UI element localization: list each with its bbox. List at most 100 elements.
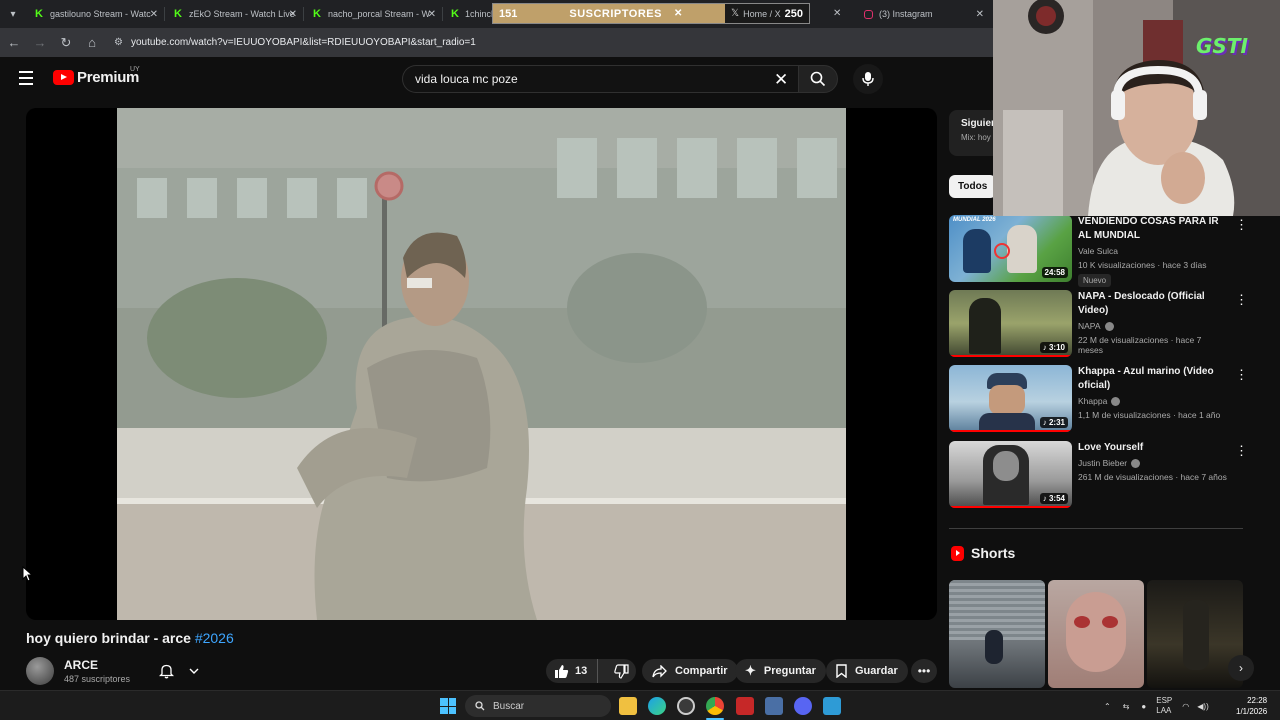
- app-icon[interactable]: [765, 697, 783, 715]
- app-icon[interactable]: [736, 697, 754, 715]
- recommendation-channel: Khappa: [1078, 396, 1228, 406]
- stream-logo: GSTI: [1196, 34, 1248, 58]
- streamer-webcam: GSTI: [993, 0, 1280, 216]
- taskbar-search[interactable]: Buscar: [465, 695, 611, 717]
- back-icon[interactable]: ←: [2, 31, 26, 55]
- close-tab-icon[interactable]: ✕: [833, 8, 841, 19]
- short-thumbnail[interactable]: [1048, 580, 1144, 688]
- like-count: 13: [575, 665, 588, 677]
- search-icon: [475, 701, 485, 711]
- channel-avatar[interactable]: [26, 657, 54, 685]
- menu-icon[interactable]: [19, 71, 33, 85]
- system-tray: ⌃ ⇆ ● ESP LAA ◠ ◀)): [1104, 691, 1209, 720]
- reload-icon[interactable]: ↻: [54, 31, 78, 55]
- youtube-logo[interactable]: Premium UY: [53, 66, 140, 86]
- recommendation-item[interactable]: ♪ 3:54 Love Yourself Justin Bieber 261 M…: [949, 441, 1249, 509]
- recommendation-title: Love Yourself: [1078, 442, 1144, 453]
- language-indicator[interactable]: ESP LAA: [1156, 696, 1172, 716]
- ask-button[interactable]: ✦ Preguntar: [735, 659, 826, 683]
- close-tab-icon[interactable]: ✕: [289, 9, 297, 20]
- channel-subscribers: 487 suscriptores: [64, 674, 131, 684]
- chevron-up-icon[interactable]: ⌃: [1104, 702, 1111, 711]
- recommendation-channel: NAPA: [1078, 321, 1228, 331]
- video-thumbnail[interactable]: MUNDIAL 2026 24:58: [949, 215, 1072, 282]
- tab-nacho-porcal[interactable]: K nacho_porcal Stream - W ✕: [304, 0, 442, 28]
- video-thumbnail[interactable]: ♪ 2:31: [949, 365, 1072, 432]
- save-button[interactable]: Guardar: [826, 659, 908, 683]
- subscriber-overlay: 151 SUSCRIPTORES ✕ 𝕏 Home / X 250: [492, 3, 810, 24]
- clock-date: 1/1/2026: [1236, 707, 1268, 716]
- close-tab-icon[interactable]: ✕: [428, 9, 436, 20]
- chip-all[interactable]: Todos: [949, 175, 997, 198]
- video-thumbnail[interactable]: ♪ 3:10: [949, 290, 1072, 357]
- microphone-icon[interactable]: ●: [1141, 702, 1146, 711]
- tab-instagram[interactable]: (3) Instagram ✕: [856, 0, 990, 28]
- dislike-button[interactable]: [606, 663, 629, 679]
- video-duration: ♪ 3:54: [1039, 493, 1068, 504]
- forward-icon[interactable]: →: [28, 31, 52, 55]
- discord-icon[interactable]: [794, 697, 812, 715]
- volume-icon[interactable]: ◀)): [1197, 702, 1208, 711]
- shorts-label: Shorts: [971, 545, 1016, 561]
- video-frame[interactable]: [117, 108, 846, 620]
- edge-icon[interactable]: [648, 697, 666, 715]
- chevron-down-icon: [189, 668, 199, 674]
- close-tab-icon[interactable]: ✕: [150, 9, 158, 20]
- share-label: Compartir: [675, 665, 728, 677]
- recommendation-item[interactable]: ♪ 3:10 NAPA - Deslocado (Official Video)…: [949, 290, 1249, 358]
- settings-icon[interactable]: [677, 697, 695, 715]
- url-field[interactable]: ⚙ youtube.com/watch?v=IEUUOYOBAPI&list=R…: [114, 37, 476, 48]
- clock-time: 22:28: [1247, 696, 1268, 705]
- wifi-icon[interactable]: ◠: [1182, 702, 1189, 711]
- home-icon[interactable]: ⌂: [80, 31, 104, 55]
- windows-start-icon[interactable]: [440, 698, 456, 714]
- video-thumbnail[interactable]: ♪ 3:54: [949, 441, 1072, 508]
- verified-icon: [1131, 458, 1141, 468]
- more-vertical-icon[interactable]: ⋮: [1235, 217, 1248, 233]
- video-title: hoy quiero brindar - arce #2026: [26, 630, 234, 646]
- notepad-icon[interactable]: [823, 697, 841, 715]
- file-explorer-icon[interactable]: [619, 697, 637, 715]
- share-button[interactable]: Compartir: [642, 659, 738, 683]
- taskbar-search-placeholder: Buscar: [493, 700, 525, 712]
- voice-search-button[interactable]: [853, 64, 883, 94]
- subscriber-count: 151: [499, 7, 518, 20]
- chevron-right-icon: ›: [1239, 661, 1243, 675]
- channel-name[interactable]: ARCE: [64, 658, 98, 672]
- chrome-icon[interactable]: [706, 697, 724, 715]
- recommendation-meta: 22 M de visualizaciones · hace 7 meses: [1078, 335, 1202, 355]
- x-follower-count: 250: [784, 7, 803, 20]
- url-text: youtube.com/watch?v=IEUUOYOBAPI&list=RDI…: [130, 37, 476, 48]
- video-player[interactable]: [26, 108, 937, 620]
- search-button[interactable]: [798, 65, 838, 93]
- like-button[interactable]: 13: [546, 659, 599, 683]
- more-actions-button[interactable]: •••: [911, 659, 937, 683]
- network-icon[interactable]: ⇆: [1123, 702, 1130, 711]
- kick-icon: K: [451, 8, 459, 20]
- more-vertical-icon[interactable]: ⋮: [1235, 443, 1248, 459]
- site-info-icon[interactable]: ⚙: [114, 37, 123, 48]
- notification-button[interactable]: [152, 659, 206, 683]
- recommendation-item[interactable]: MUNDIAL 2026 24:58 VENDIENDO COSAS PARA …: [949, 215, 1249, 287]
- more-horizontal-icon: •••: [917, 664, 931, 678]
- share-icon: [652, 664, 667, 678]
- x-home-label: Home / X: [743, 8, 781, 19]
- video-hashtag[interactable]: #2026: [195, 630, 234, 646]
- tab-gastilouno[interactable]: K gastilouno Stream - Watc ✕: [26, 0, 164, 28]
- clock[interactable]: 22:28 1/1/2026: [1236, 695, 1267, 717]
- more-vertical-icon[interactable]: ⋮: [1235, 367, 1248, 383]
- search-input[interactable]: vida louca mc poze: [402, 65, 798, 93]
- search-icon: [810, 71, 826, 87]
- short-thumbnail[interactable]: [949, 580, 1045, 688]
- video-title-text: hoy quiero brindar - arce: [26, 630, 195, 646]
- clear-search-icon[interactable]: ✕: [774, 70, 788, 90]
- video-duration: ♪ 2:31: [1039, 417, 1068, 428]
- close-tab-icon[interactable]: ✕: [976, 9, 984, 20]
- tab-search-icon[interactable]: ▾: [0, 0, 26, 28]
- shorts-next-button[interactable]: ›: [1228, 655, 1254, 681]
- more-vertical-icon[interactable]: ⋮: [1235, 292, 1248, 308]
- bookmark-icon: [836, 664, 847, 678]
- recommendation-item[interactable]: ♪ 2:31 Khappa - Azul marino (Video ofici…: [949, 365, 1249, 433]
- recommendation-title: Khappa - Azul marino (Video oficial): [1078, 366, 1214, 391]
- tab-zeko[interactable]: K zEkO Stream - Watch Live ✕: [165, 0, 303, 28]
